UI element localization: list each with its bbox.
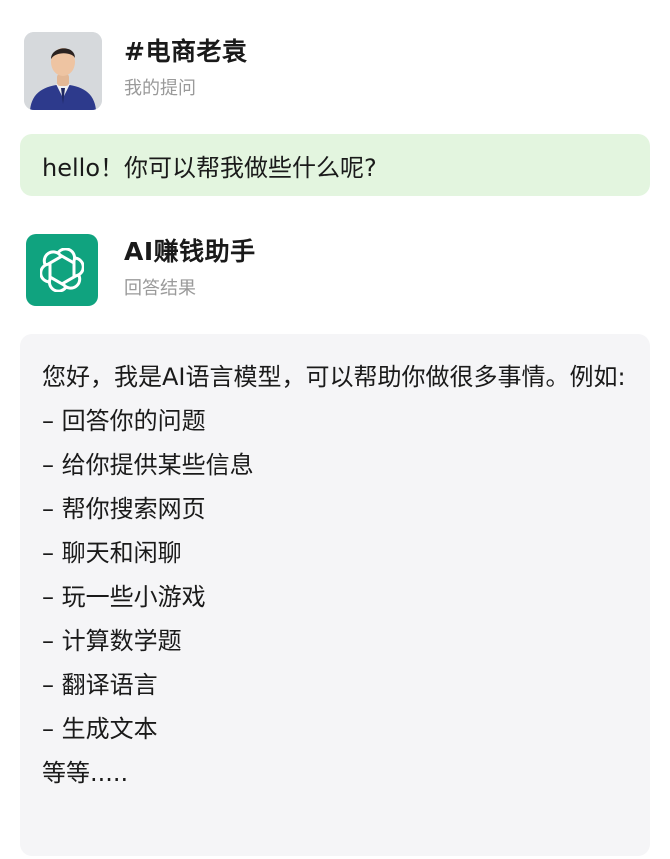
assistant-header: AI赚钱助手 回答结果 [26,234,256,308]
assistant-header-text: AI赚钱助手 回答结果 [124,234,256,302]
user-header: #电商老袁 我的提问 [24,32,247,114]
user-name: #电商老袁 [124,37,248,66]
avatar[interactable] [24,32,102,110]
user-subtitle: 我的提问 [124,78,196,99]
user-portrait-icon [24,32,102,110]
assistant-subtitle: 回答结果 [124,278,196,299]
user-header-text: #电商老袁 我的提问 [124,32,247,102]
list-item: – 翻译语言 [42,671,158,699]
list-item: – 聊天和闲聊 [42,539,182,567]
list-item: – 给你提供某些信息 [42,451,254,479]
chat-page: #电商老袁 我的提问 hello！你可以帮我做些什么呢? AI赚钱助手 回答结果 [0,0,670,859]
list-item: – 生成文本 [42,715,158,743]
list-item: – 回答你的问题 [42,407,206,435]
answer-list: – 回答你的问题 – 给你提供某些信息 – 帮你搜索网页 – 聊天和闲聊 – 玩… [42,399,634,751]
answer-outro: 等等..... [42,759,129,787]
answer-intro: 您好，我是AI语言模型，可以帮助你做很多事情。例如: [42,363,626,391]
answer-card: 您好，我是AI语言模型，可以帮助你做很多事情。例如: – 回答你的问题 – 给你… [20,334,650,856]
list-item: – 计算数学题 [42,627,182,655]
list-item: – 帮你搜索网页 [42,495,206,523]
assistant-name: AI赚钱助手 [124,237,256,266]
question-bubble: hello！你可以帮我做些什么呢? [20,134,650,196]
question-text: hello！你可以帮我做些什么呢? [42,153,377,182]
openai-logo-icon [26,234,98,306]
list-item: – 玩一些小游戏 [42,583,206,611]
